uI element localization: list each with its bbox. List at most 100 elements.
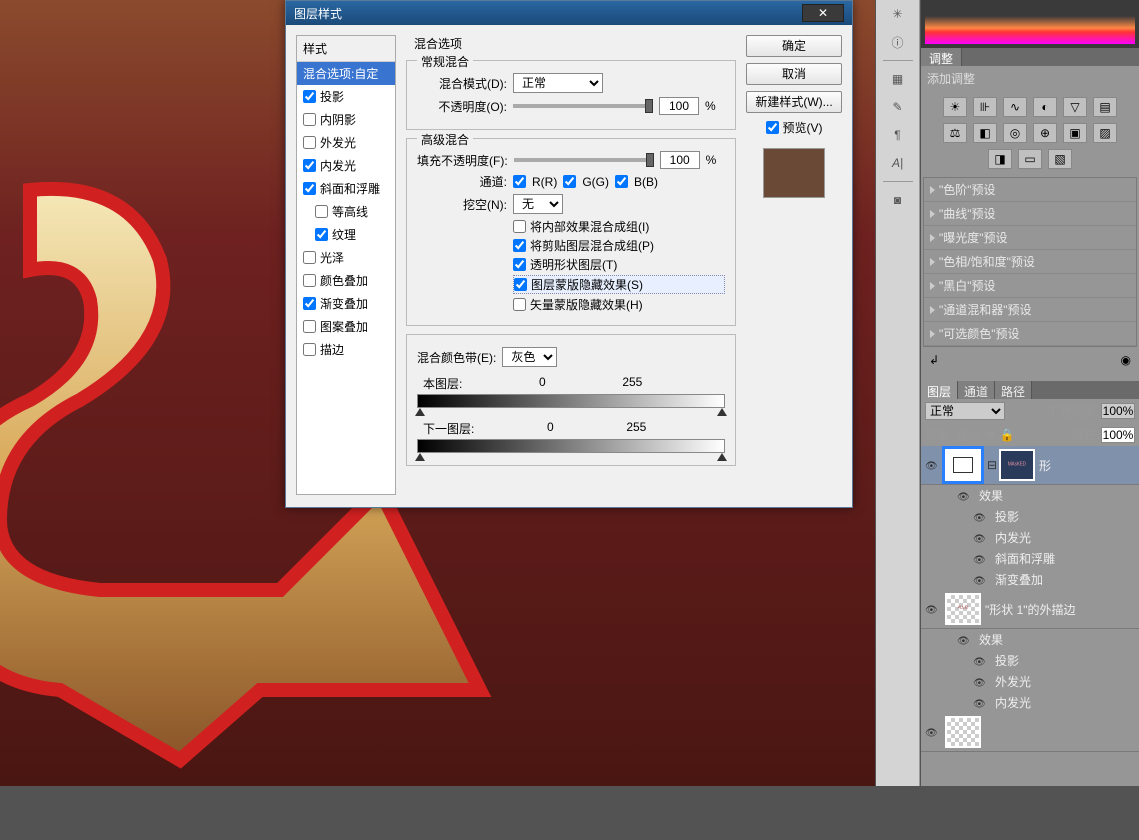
blend-mode-select[interactable]: 正常 [513,73,603,93]
visibility-icon[interactable] [925,602,939,616]
opacity-slider[interactable] [513,104,653,108]
exposure-icon[interactable]: ◐ [1033,97,1057,117]
preset-row[interactable]: "黑白"预设 [924,274,1136,298]
cb-transparency-shapes[interactable] [513,258,526,271]
blend-if-select[interactable]: 灰色 [502,347,557,367]
style-item[interactable]: 内阴影 [297,108,395,131]
effect-item[interactable]: 内发光 [921,692,1139,713]
swatches-icon[interactable]: ▦ [888,69,908,89]
link-icon[interactable]: ⊟ [987,458,997,472]
style-item[interactable]: 内发光 [297,154,395,177]
visibility-icon[interactable] [973,696,987,710]
preset-row[interactable]: "通道混和器"预设 [924,298,1136,322]
style-checkbox[interactable] [303,297,316,310]
lock-all-icon[interactable]: 🔒 [1000,428,1015,442]
fill-opacity-slider[interactable] [514,158,654,162]
info-icon[interactable]: ⓘ [888,32,908,52]
visibility-icon[interactable] [973,573,987,587]
effect-item[interactable]: 外发光 [921,671,1139,692]
bw-icon[interactable]: ◧ [973,123,997,143]
visibility-icon[interactable] [957,633,971,647]
visibility-icon[interactable] [973,510,987,524]
character-icon[interactable]: A| [888,153,908,173]
selective-icon[interactable]: ▧ [1048,149,1072,169]
lock-transparency-icon[interactable]: ▦ [956,428,967,442]
tab-channels[interactable]: 通道 [958,381,995,399]
style-item[interactable]: 投影 [297,85,395,108]
style-item[interactable]: 纹理 [297,223,395,246]
preset-row[interactable]: "色阶"预设 [924,178,1136,202]
curves-icon[interactable]: ∿ [1003,97,1027,117]
gradient-map-icon[interactable]: ▭ [1018,149,1042,169]
vibrance-icon[interactable]: ▽ [1063,97,1087,117]
invert-icon[interactable]: ▣ [1063,123,1087,143]
style-item[interactable]: 渐变叠加 [297,292,395,315]
layer-item[interactable]: ⊟ ᴹᴬˢᴷᴱᴰ 形 [921,446,1139,485]
wheel-icon[interactable]: ✳ [888,4,908,24]
style-checkbox[interactable] [303,182,316,195]
style-item[interactable]: 光泽 [297,246,395,269]
lock-move-icon[interactable]: ✥ [986,428,996,442]
layer-item[interactable]: ᴬᴸᴸᴵᴰ "形状 1"的外描边 [921,590,1139,629]
cb-inner-effects[interactable] [513,220,526,233]
visibility-icon[interactable] [973,531,987,545]
dialog-titlebar[interactable]: 图层样式 ✕ [286,1,852,25]
layer-opacity-input[interactable] [1101,403,1135,419]
visibility-icon[interactable] [973,552,987,566]
brush-icon[interactable]: ✎ [888,97,908,117]
style-checkbox[interactable] [303,136,316,149]
style-checkbox[interactable] [303,159,316,172]
this-layer-gradient[interactable] [417,394,725,408]
cb-clipped-layers[interactable] [513,239,526,252]
preset-row[interactable]: "曝光度"预设 [924,226,1136,250]
preset-row[interactable]: "可选颜色"预设 [924,322,1136,346]
hue-icon[interactable]: ▤ [1093,97,1117,117]
style-checkbox[interactable] [303,320,316,333]
effect-item[interactable]: 内发光 [921,527,1139,548]
style-item[interactable]: 外发光 [297,131,395,154]
adj-arrow-icon[interactable]: ↲ [929,353,939,367]
layer-item[interactable] [921,713,1139,752]
style-checkbox[interactable] [303,113,316,126]
adj-menu-icon[interactable]: ◉ [1121,353,1131,367]
style-item[interactable]: 等高线 [297,200,395,223]
tab-paths[interactable]: 路径 [995,381,1032,399]
opacity-input[interactable] [659,97,699,115]
adjustments-tab[interactable]: 调整 [921,48,962,66]
knockout-select[interactable]: 无 [513,194,563,214]
effect-item[interactable]: 渐变叠加 [921,569,1139,590]
balance-icon[interactable]: ⚖ [943,123,967,143]
tab-layers[interactable]: 图层 [921,381,958,399]
style-checkbox[interactable] [315,228,328,241]
visibility-icon[interactable] [925,458,939,472]
paragraph-icon[interactable]: ¶ [888,125,908,145]
posterize-icon[interactable]: ▨ [1093,123,1117,143]
style-item[interactable]: 图案叠加 [297,315,395,338]
lock-brush-icon[interactable]: ✎ [972,428,982,442]
cb-layer-mask-hide[interactable] [514,278,527,291]
layer-thumb[interactable] [945,449,981,481]
channel-b[interactable] [615,175,628,188]
ok-button[interactable]: 确定 [746,35,842,57]
threshold-icon[interactable]: ◨ [988,149,1012,169]
mask-thumb[interactable]: ᴹᴬˢᴷᴱᴰ [999,449,1035,481]
style-item[interactable]: 描边 [297,338,395,361]
close-button[interactable]: ✕ [802,4,844,22]
mixer-icon[interactable]: ⊕ [1033,123,1057,143]
layer-blend-mode[interactable]: 正常 [925,402,1005,420]
style-checkbox[interactable] [303,343,316,356]
channel-g[interactable] [563,175,576,188]
style-item[interactable]: 混合选项:自定 [297,62,395,85]
fill-opacity-input[interactable] [660,151,700,169]
style-item[interactable]: 斜面和浮雕 [297,177,395,200]
levels-icon[interactable]: ⊪ [973,97,997,117]
visibility-icon[interactable] [973,654,987,668]
new-style-button[interactable]: 新建样式(W)... [746,91,842,113]
visibility-icon[interactable] [925,725,939,739]
camera-icon[interactable]: ◙ [888,190,908,210]
cancel-button[interactable]: 取消 [746,63,842,85]
visibility-icon[interactable] [957,489,971,503]
preset-row[interactable]: "色相/饱和度"预设 [924,250,1136,274]
layer-thumb[interactable]: ᴬᴸᴸᴵᴰ [945,593,981,625]
style-checkbox[interactable] [303,251,316,264]
